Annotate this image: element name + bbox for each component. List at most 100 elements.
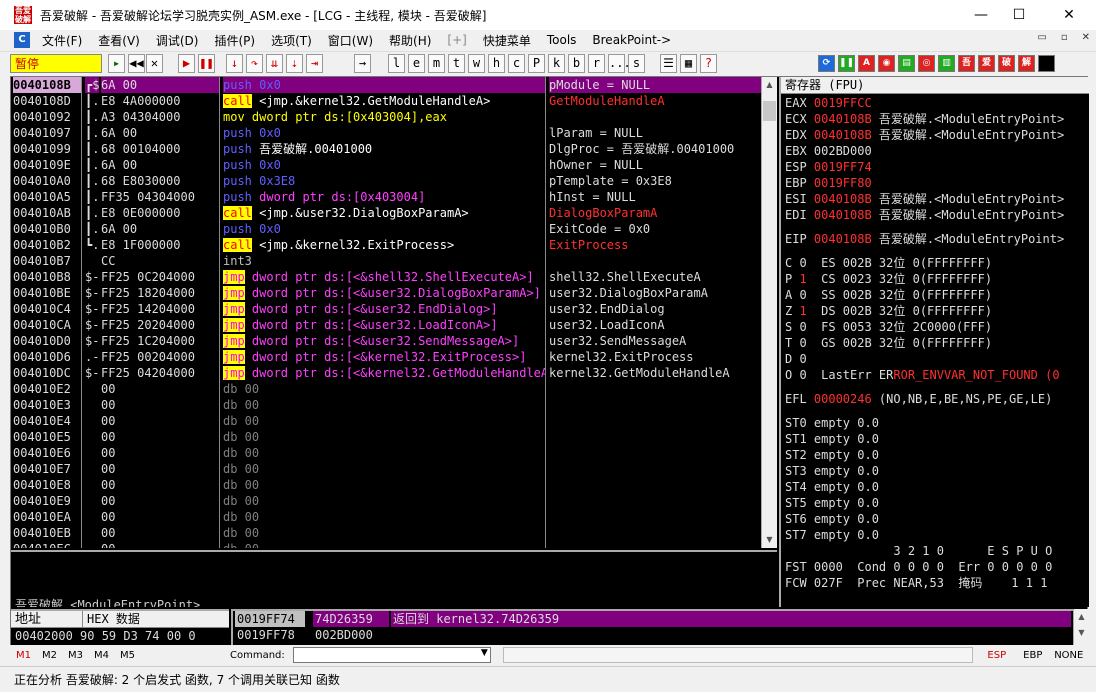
disasm-address[interactable]: 0040109E bbox=[13, 157, 81, 173]
disasm-instruction[interactable]: jmp dword ptr ds:[<&shell32.ShellExecute… bbox=[223, 269, 545, 285]
toolbar-btn-e[interactable]: e bbox=[408, 54, 425, 73]
toolbar-btn-b[interactable]: b bbox=[568, 54, 585, 73]
scroll-down-arrow-icon[interactable]: ▼ bbox=[762, 532, 777, 548]
register-row[interactable]: FCW 027F Prec NEAR,53 掩码 1 1 1 bbox=[785, 575, 1089, 591]
disasm-instruction[interactable]: db 00 bbox=[223, 493, 545, 509]
disasm-comment[interactable]: DialogBoxParamA bbox=[549, 205, 761, 221]
disasm-instruction[interactable]: db 00 bbox=[223, 477, 545, 493]
disasm-hex[interactable]: FF35 04304000 bbox=[101, 189, 219, 205]
disasm-instruction[interactable]: db 00 bbox=[223, 381, 545, 397]
step-into-icon[interactable]: ↓ bbox=[226, 54, 243, 73]
register-row[interactable]: EBX 002BD000 bbox=[785, 143, 1089, 159]
toolbar-btn-s[interactable]: s bbox=[628, 54, 645, 73]
disasm-instruction[interactable]: db 00 bbox=[223, 397, 545, 413]
disasm-address[interactable]: 004010E7 bbox=[13, 461, 81, 477]
disasm-address[interactable]: 004010E2 bbox=[13, 381, 81, 397]
disasm-bracket[interactable] bbox=[85, 429, 99, 445]
disasm-bracket[interactable]: ┃. bbox=[85, 157, 99, 173]
disasm-comment[interactable] bbox=[549, 509, 761, 525]
register-row[interactable]: EAX 0019FFCC bbox=[785, 95, 1089, 111]
disasm-bracket[interactable] bbox=[85, 493, 99, 509]
disasm-hex[interactable]: 68 E8030000 bbox=[101, 173, 219, 189]
dump-col-hex[interactable]: HEX 数据 bbox=[83, 611, 140, 627]
disasm-hex[interactable]: E8 4A000000 bbox=[101, 93, 219, 109]
disasm-hex[interactable]: CC bbox=[101, 253, 219, 269]
disasm-instruction[interactable]: mov dword ptr ds:[0x403004],eax bbox=[223, 109, 545, 125]
disasm-instruction[interactable]: push 0x0 bbox=[223, 77, 545, 93]
disasm-address[interactable]: 004010B2 bbox=[13, 237, 81, 253]
target-icon[interactable]: ◉ bbox=[878, 55, 895, 72]
disasm-address[interactable]: 004010B8 bbox=[13, 269, 81, 285]
disasm-address[interactable]: 00401097 bbox=[13, 125, 81, 141]
disasm-instruction[interactable]: jmp dword ptr ds:[<&user32.LoadIconA>] bbox=[223, 317, 545, 333]
disasm-hex[interactable]: 00 bbox=[101, 525, 219, 541]
register-row[interactable]: ST7 empty 0.0 bbox=[785, 527, 1089, 543]
register-row[interactable]: ST2 empty 0.0 bbox=[785, 447, 1089, 463]
disasm-comment[interactable]: pTemplate = 0x3E8 bbox=[549, 173, 761, 189]
disasm-bracket[interactable]: ┃. bbox=[85, 189, 99, 205]
disasm-comment[interactable]: shell32.ShellExecuteA bbox=[549, 269, 761, 285]
mark-m3[interactable]: M3 bbox=[68, 650, 94, 661]
disasm-hex[interactable]: 00 bbox=[101, 493, 219, 509]
disasm-hex[interactable]: 00 bbox=[101, 509, 219, 525]
pause-icon[interactable]: ❚❚ bbox=[198, 54, 215, 73]
mdi-minimize-button[interactable]: ▭ bbox=[1037, 32, 1046, 43]
register-row[interactable]: C 0 ES 002B 32位 0(FFFFFFFF) bbox=[785, 255, 1089, 271]
disasm-comment[interactable]: GetModuleHandleA bbox=[549, 93, 761, 109]
disasm-hex[interactable]: 6A 00 bbox=[101, 77, 219, 93]
disasm-scrollbar[interactable]: ▲ ▼ bbox=[761, 77, 777, 548]
disasm-comment[interactable] bbox=[549, 381, 761, 397]
disasm-instruction[interactable]: db 00 bbox=[223, 429, 545, 445]
list-icon[interactable]: ☰ bbox=[660, 54, 677, 73]
disasm-hex[interactable]: 00 bbox=[101, 429, 219, 445]
black-icon[interactable] bbox=[1038, 55, 1055, 72]
disasm-comment[interactable] bbox=[549, 429, 761, 445]
cpu-window-icon[interactable]: C bbox=[14, 32, 30, 48]
disasm-hex[interactable]: FF25 20204000 bbox=[101, 317, 219, 333]
disasm-comment[interactable] bbox=[549, 493, 761, 509]
menu-shortcuts[interactable]: 快捷菜单 bbox=[475, 32, 539, 49]
disasm-address[interactable]: 004010D6 bbox=[13, 349, 81, 365]
goto-icon[interactable]: → bbox=[354, 54, 371, 73]
disasm-hex[interactable]: 68 00104000 bbox=[101, 141, 219, 157]
disasm-instruction[interactable]: db 00 bbox=[223, 509, 545, 525]
register-row[interactable]: O 0 LastErr ERROR_ENVVAR_NOT_FOUND (0 bbox=[785, 367, 1089, 383]
record-icon[interactable]: ◎ bbox=[918, 55, 935, 72]
disasm-hex[interactable]: FF25 00204000 bbox=[101, 349, 219, 365]
disasm-bracket[interactable]: .- bbox=[85, 349, 99, 365]
disasm-instruction[interactable]: db 00 bbox=[223, 461, 545, 477]
disasm-instruction[interactable]: jmp dword ptr ds:[<&user32.DialogBoxPara… bbox=[223, 285, 545, 301]
step-over-icon[interactable]: ↷ bbox=[246, 54, 263, 73]
disasm-hex[interactable]: 00 bbox=[101, 541, 219, 548]
register-row[interactable]: ST6 empty 0.0 bbox=[785, 511, 1089, 527]
disasm-comment[interactable]: user32.SendMessageA bbox=[549, 333, 761, 349]
disasm-address[interactable]: 004010A5 bbox=[13, 189, 81, 205]
disasm-address[interactable]: 004010E9 bbox=[13, 493, 81, 509]
disasm-address[interactable]: 00401092 bbox=[13, 109, 81, 125]
register-row[interactable]: P 1 CS 0023 32位 0(FFFFFFFF) bbox=[785, 271, 1089, 287]
disasm-comment[interactable]: user32.EndDialog bbox=[549, 301, 761, 317]
disasm-comment[interactable]: DlgProc = 吾爱破解.00401000 bbox=[549, 141, 761, 157]
register-row[interactable]: ST4 empty 0.0 bbox=[785, 479, 1089, 495]
disasm-instruction[interactable]: jmp dword ptr ds:[<&kernel32.ExitProcess… bbox=[223, 349, 545, 365]
register-row[interactable]: EDX 0040108B 吾爱破解.<ModuleEntryPoint> bbox=[785, 127, 1089, 143]
disasm-address[interactable]: 004010AB bbox=[13, 205, 81, 221]
disasm-comment[interactable] bbox=[549, 445, 761, 461]
disasm-instruction[interactable]: push dword ptr ds:[0x403004] bbox=[223, 189, 545, 205]
command-input[interactable]: ▼ bbox=[292, 647, 491, 663]
disasm-bracket[interactable]: ┏$ bbox=[85, 77, 99, 93]
stack-scroll-up-icon[interactable]: ▲ bbox=[1074, 609, 1089, 625]
disasm-comment[interactable]: ExitProcess bbox=[549, 237, 761, 253]
disasm-bracket[interactable]: $- bbox=[85, 269, 99, 285]
disasm-bracket[interactable]: ┗. bbox=[85, 237, 99, 253]
menu-debug[interactable]: 调试(D) bbox=[148, 32, 207, 49]
disasm-comment[interactable]: user32.LoadIconA bbox=[549, 317, 761, 333]
disasm-bracket[interactable]: $- bbox=[85, 317, 99, 333]
disasm-hex[interactable]: A3 04304000 bbox=[101, 109, 219, 125]
disasm-address[interactable]: 004010EC bbox=[13, 541, 81, 548]
disasm-instruction[interactable]: push 0x0 bbox=[223, 221, 545, 237]
disasm-hex[interactable]: 00 bbox=[101, 397, 219, 413]
command-dropdown-icon[interactable]: ▼ bbox=[481, 648, 488, 658]
execute-till-return-icon[interactable]: ⇥ bbox=[306, 54, 323, 73]
disasm-comment[interactable]: ExitCode = 0x0 bbox=[549, 221, 761, 237]
